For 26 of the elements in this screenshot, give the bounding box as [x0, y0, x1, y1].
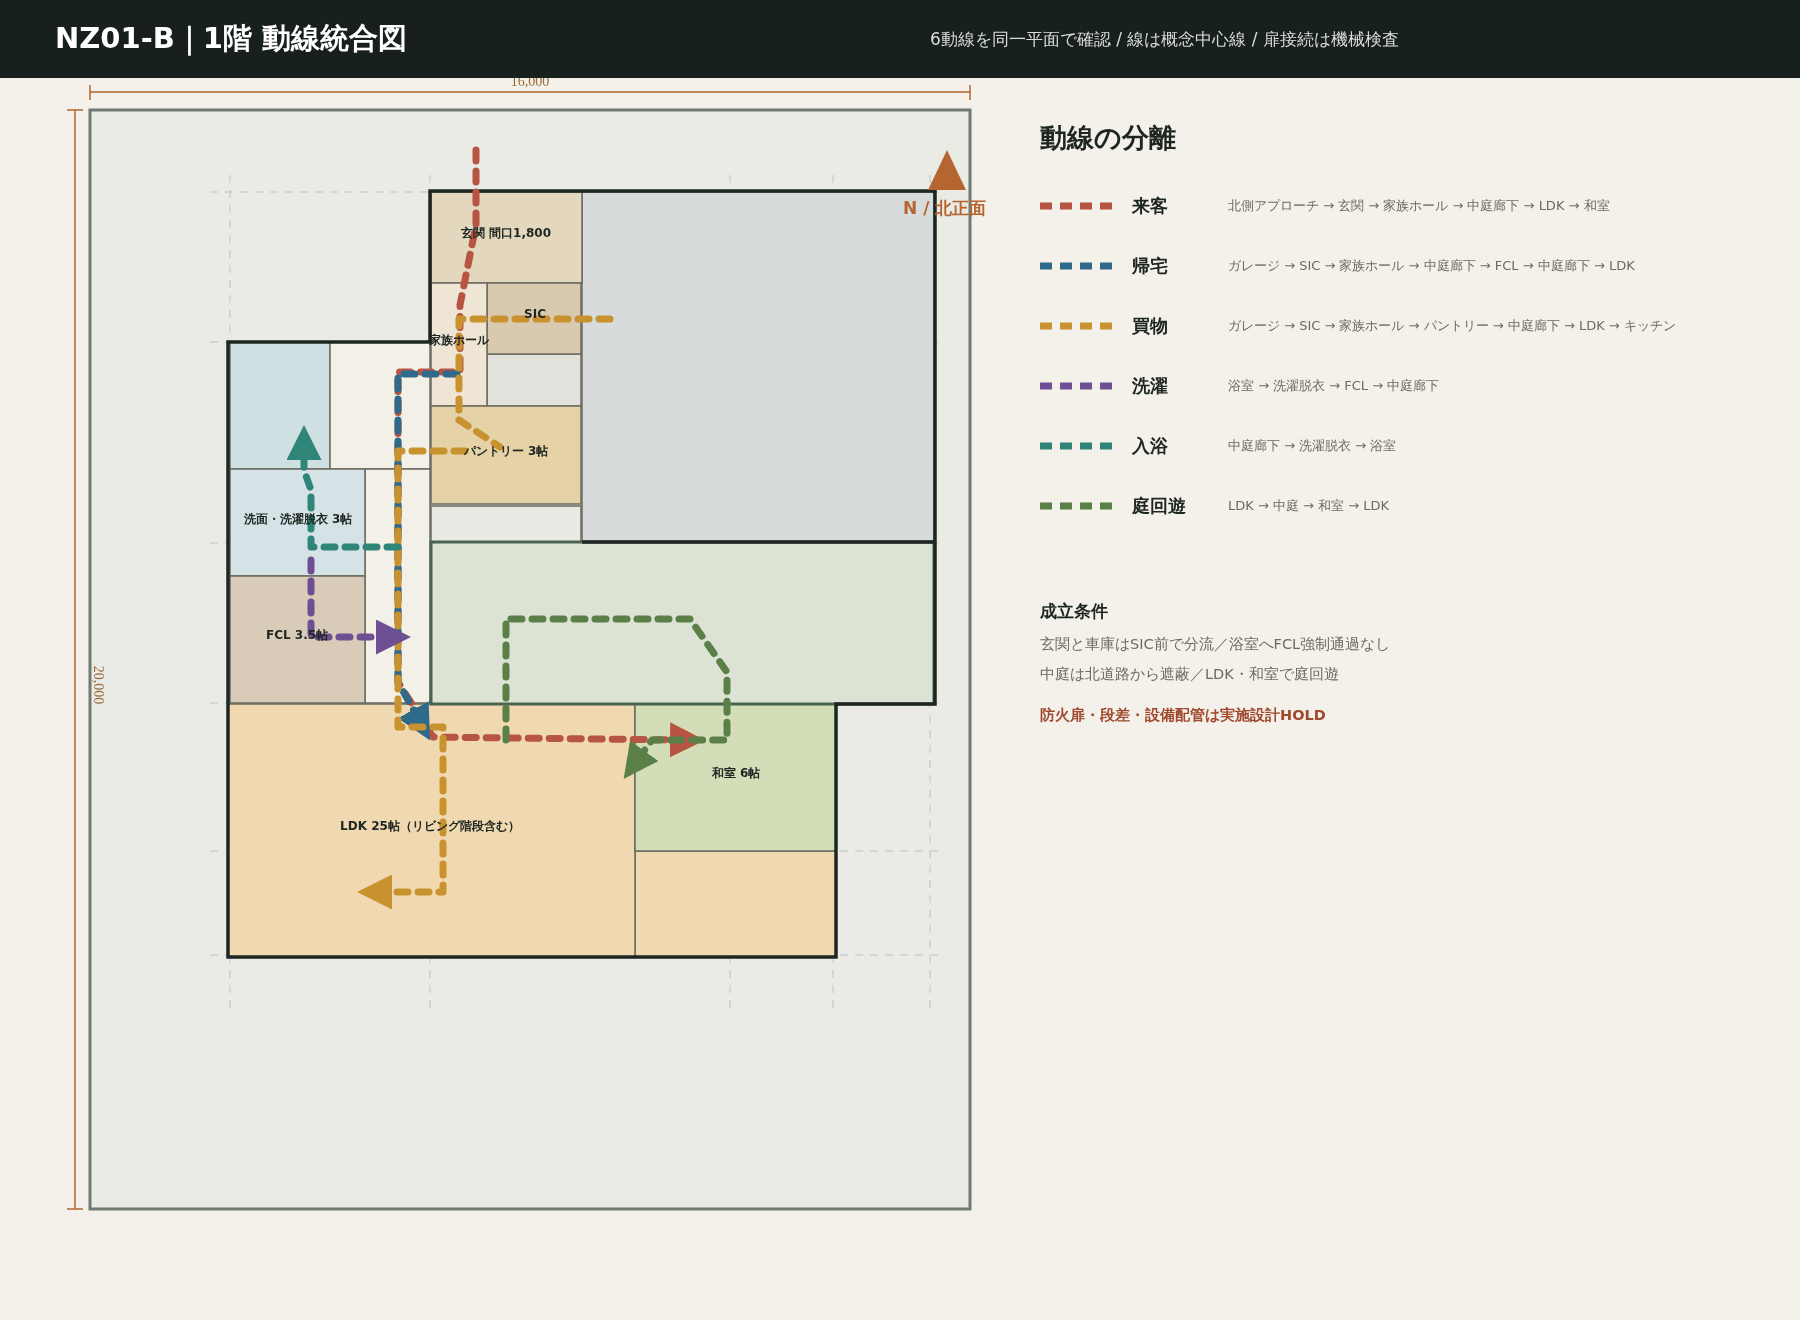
- room-label: 和室 6帖: [711, 766, 761, 780]
- north-arrow-icon: [928, 150, 966, 190]
- route-name: 買物: [1132, 314, 1169, 338]
- route-description: 浴室 → 洗濯脱衣 → FCL → 中庭廊下: [1228, 377, 1440, 395]
- condition-text: 中庭は北道路から遮蔽／LDK・和室で庭回遊: [1040, 665, 1340, 684]
- room-label: 玄関 間口1,800: [460, 226, 552, 240]
- route-name: 来客: [1132, 194, 1169, 218]
- room-label: パントリー 3帖: [463, 444, 549, 458]
- route-description: 北側アプローチ → 玄関 → 家族ホール → 中庭廊下 → LDK → 和室: [1228, 197, 1610, 215]
- route-name: 入浴: [1132, 434, 1169, 458]
- route-name: 洗濯: [1132, 374, 1169, 398]
- header-subtitle: 6動線を同一平面で確認 / 線は概念中心線 / 扉接続は機械検査: [930, 27, 1399, 51]
- room-label: LDK 25帖（リビング階段含む）: [340, 819, 520, 833]
- conditions-title: 成立条件: [1040, 600, 1109, 623]
- route-name: 庭回遊: [1132, 494, 1187, 518]
- route-name: 帰宅: [1132, 254, 1169, 278]
- route-description: ガレージ → SIC → 家族ホール → パントリー → 中庭廊下 → LDK → キッチン: [1228, 317, 1676, 335]
- route-description: ガレージ → SIC → 家族ホール → 中庭廊下 → FCL → 中庭廊下 → LDK: [1228, 257, 1635, 275]
- legend-title: 動線の分離: [1040, 121, 1177, 155]
- route-description: 中庭廊下 → 洗濯脱衣 → 浴室: [1228, 437, 1397, 455]
- condition-text: 玄関と車庫はSIC前で分流／浴室へFCL強制通過なし: [1040, 635, 1392, 654]
- dimension-label: 20,000: [91, 665, 106, 705]
- route-description: LDK → 中庭 → 和室 → LDK: [1228, 497, 1390, 515]
- room-label: 洗面・洗濯脱衣 3帖: [243, 512, 353, 526]
- warning-text: 防火扉・段差・設備配管は実施設計HOLD: [1040, 706, 1327, 725]
- page-title: NZ01-B｜1階 動線統合図: [55, 20, 409, 58]
